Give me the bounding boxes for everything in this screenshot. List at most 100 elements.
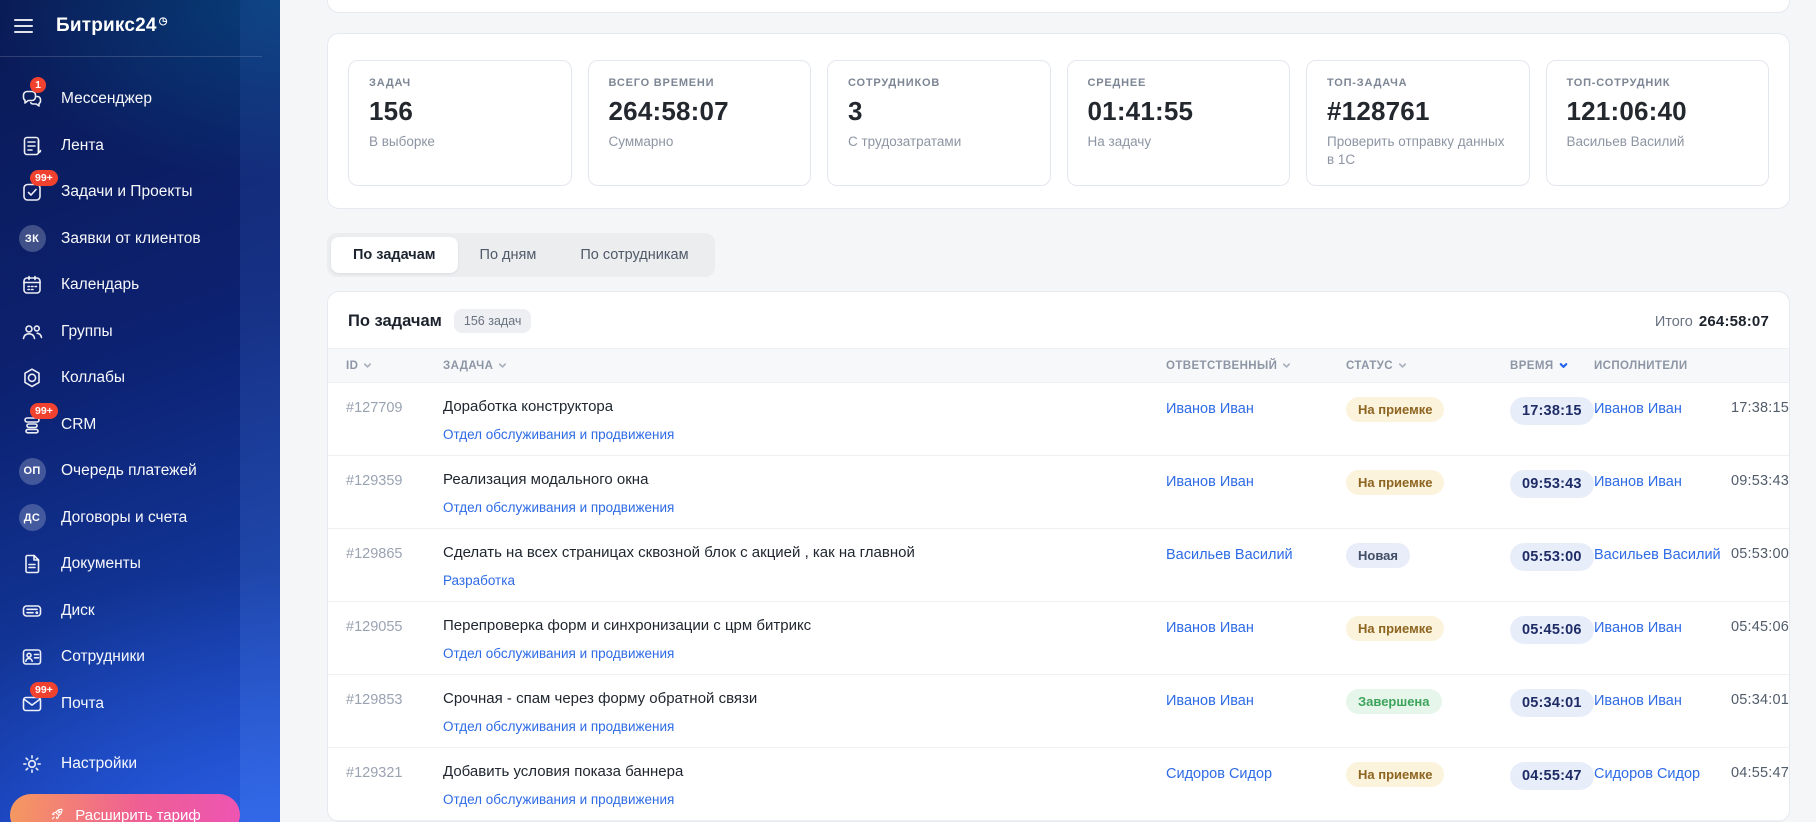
sidebar-item-mail[interactable]: 99+ Почта — [0, 681, 280, 728]
column-status[interactable]: СТАТУС — [1346, 360, 1496, 372]
main-content: ЗАДАЧ 156 В выборке ВСЕГО ВРЕМЕНИ 264:58… — [280, 0, 1816, 822]
task-group-link[interactable]: Разработка — [443, 573, 515, 588]
time-badge: 04:55:47 — [1510, 762, 1594, 790]
feed-icon — [18, 132, 46, 160]
stat-card-total-time: ВСЕГО ВРЕМЕНИ 264:58:07 Суммарно — [587, 60, 811, 187]
sidebar-item-messenger[interactable]: 1 Мессенджер — [0, 76, 280, 123]
gear-icon — [18, 750, 46, 778]
executor-link[interactable]: Иванов Иван — [1594, 397, 1731, 445]
executor-time: 05:53:00 — [1731, 546, 1790, 562]
task-title[interactable]: Перепроверка форм и синхронизации с црм … — [443, 616, 1142, 636]
sidebar-item-tasks[interactable]: 99+ Задачи и Проекты — [0, 169, 280, 216]
column-responsible[interactable]: ОТВЕТСТВЕННЫЙ — [1166, 360, 1346, 372]
responsible-link[interactable]: Васильев Василий — [1166, 543, 1346, 591]
status-cell: Завершена — [1346, 689, 1496, 737]
executor-link[interactable]: Васильев Василий — [1594, 543, 1731, 591]
task-title[interactable]: Сделать на всех страницах сквозной блок … — [443, 543, 1142, 563]
stat-card-employees: СОТРУДНИКОВ 3 С трудозатратами — [827, 60, 1051, 187]
sidebar-item-calendar[interactable]: Календарь — [0, 262, 280, 309]
table-row[interactable]: #129055 Перепроверка форм и синхронизаци… — [328, 602, 1789, 675]
status-cell: На приемке — [1346, 397, 1496, 445]
avatar-ds: ДС — [18, 504, 46, 532]
task-id: #129055 — [346, 619, 403, 635]
app-window: Битрикс24 ◷ 1 Мессенджер Лента 99+ Задач… — [0, 0, 1816, 822]
chevron-down-icon — [1559, 363, 1567, 369]
avatar-op: ОП — [18, 457, 46, 485]
badge-count: 99+ — [30, 681, 58, 698]
stat-card-top-task: ТОП-ЗАДАЧА #128761 Проверить отправку да… — [1306, 60, 1530, 187]
responsible-link[interactable]: Иванов Иван — [1166, 397, 1346, 445]
tab-by-tasks[interactable]: По задачам — [331, 237, 458, 274]
badge-count: 99+ — [30, 170, 58, 187]
upgrade-plan-button[interactable]: Расширить тариф — [10, 794, 240, 822]
table-row[interactable]: #127709 Доработка конструктора Отдел обс… — [328, 383, 1789, 456]
tab-by-employees[interactable]: По сотрудникам — [558, 237, 710, 273]
sidebar-item-groups[interactable]: Группы — [0, 309, 280, 356]
table-row[interactable]: #129853 Срочная - спам через форму обрат… — [328, 675, 1789, 748]
sidebar-item-settings[interactable]: Настройки — [0, 741, 280, 788]
column-id[interactable]: ID — [328, 360, 443, 372]
groups-icon — [18, 318, 46, 346]
chevron-down-icon — [1398, 363, 1407, 368]
stat-card-top-employee: ТОП-СОТРУДНИК 121:06:40 Васильев Василий — [1545, 60, 1769, 187]
sidebar-item-contracts[interactable]: ДС Договоры и счета — [0, 495, 280, 542]
column-task[interactable]: ЗАДАЧА — [443, 360, 1166, 372]
table-row[interactable]: #129359 Реализация модального окна Отдел… — [328, 456, 1789, 529]
executor-link[interactable]: Иванов Иван — [1594, 689, 1731, 737]
executor-link[interactable]: Иванов Иван — [1594, 470, 1731, 518]
status-cell: На приемке — [1346, 616, 1496, 664]
table-title: По задачам — [348, 311, 442, 330]
task-title[interactable]: Добавить условия показа баннера — [443, 762, 1142, 782]
executor-time: 17:38:15 — [1731, 400, 1790, 416]
task-group-link[interactable]: Отдел обслуживания и продвижения — [443, 792, 674, 807]
executor-link[interactable]: Иванов Иван — [1594, 616, 1731, 664]
responsible-link[interactable]: Иванов Иван — [1166, 689, 1346, 737]
sidebar-item-documents[interactable]: Документы — [0, 541, 280, 588]
menu-hamburger-icon[interactable] — [14, 11, 44, 41]
sidebar-item-employees[interactable]: Сотрудники — [0, 634, 280, 681]
task-title[interactable]: Доработка конструктора — [443, 397, 1142, 417]
task-id: #129321 — [346, 765, 403, 781]
status-cell: На приемке — [1346, 470, 1496, 518]
rocket-icon — [52, 808, 63, 819]
column-executors[interactable]: ИСПОЛНИТЕЛИ — [1594, 360, 1731, 372]
task-id: #129359 — [346, 473, 403, 489]
time-cell: 05:45:06 — [1496, 616, 1594, 664]
sidebar-item-crm[interactable]: 99+ CRM — [0, 402, 280, 449]
executor-time: 05:45:06 — [1731, 619, 1790, 635]
tab-by-days[interactable]: По дням — [458, 237, 559, 273]
task-group-link[interactable]: Отдел обслуживания и продвижения — [443, 719, 674, 734]
responsible-link[interactable]: Иванов Иван — [1166, 470, 1346, 518]
app-logo[interactable]: Битрикс24 ◷ — [56, 15, 168, 37]
time-cell: 09:53:43 — [1496, 470, 1594, 518]
sidebar-item-disk[interactable]: Диск — [0, 588, 280, 635]
responsible-link[interactable]: Сидоров Сидор — [1166, 762, 1346, 810]
status-badge: На приемке — [1346, 397, 1445, 422]
task-title[interactable]: Реализация модального окна — [443, 470, 1142, 490]
executor-link[interactable]: Сидоров Сидор — [1594, 762, 1731, 810]
task-group-link[interactable]: Отдел обслуживания и продвижения — [443, 646, 674, 661]
column-header-row: ID ЗАДАЧА ОТВЕТСТВЕННЫЙ СТАТУС ВРЕМЯ ИСП… — [328, 348, 1789, 383]
task-count-badge: 156 задач — [453, 309, 532, 334]
tasks-table-panel: По задачам 156 задач Итого 264:58:07 ID З… — [327, 291, 1790, 822]
task-title[interactable]: Срочная - спам через форму обратной связ… — [443, 689, 1142, 709]
sidebar-item-feed[interactable]: Лента — [0, 123, 280, 170]
sidebar-item-payment-queue[interactable]: ОП Очередь платежей — [0, 448, 280, 495]
responsible-link[interactable]: Иванов Иван — [1166, 616, 1346, 664]
executor-time: 04:55:47 — [1731, 765, 1790, 781]
documents-icon — [18, 550, 46, 578]
task-id: #129865 — [346, 546, 403, 562]
sidebar-item-client-requests[interactable]: ЗК Заявки от клиентов — [0, 216, 280, 263]
table-row[interactable]: #129321 Добавить условия показа баннера … — [328, 748, 1789, 821]
messenger-icon: 1 — [18, 77, 46, 113]
table-row[interactable]: #129865 Сделать на всех страницах сквозн… — [328, 529, 1789, 602]
sidebar-item-collabs[interactable]: Коллабы — [0, 355, 280, 402]
task-group-link[interactable]: Отдел обслуживания и продвижения — [443, 500, 674, 515]
status-badge: Завершена — [1346, 689, 1442, 714]
task-cell: Срочная - спам через форму обратной связ… — [443, 689, 1166, 737]
time-badge: 05:34:01 — [1510, 689, 1594, 717]
mail-icon: 99+ — [18, 681, 58, 718]
task-group-link[interactable]: Отдел обслуживания и продвижения — [443, 427, 674, 442]
filter-bar-cutoff — [327, 0, 1790, 13]
column-time-sorted[interactable]: ВРЕМЯ — [1496, 360, 1594, 372]
